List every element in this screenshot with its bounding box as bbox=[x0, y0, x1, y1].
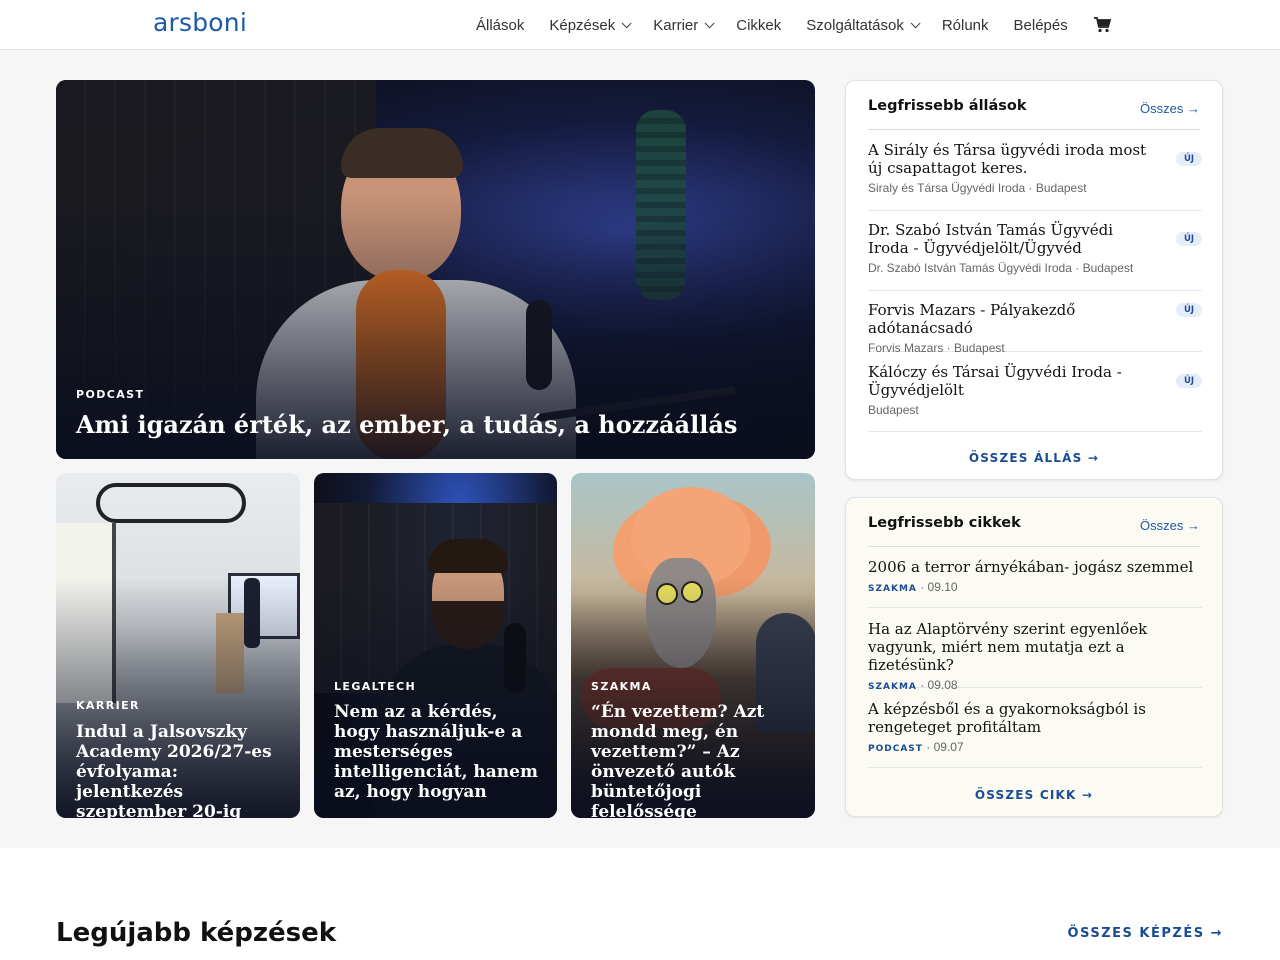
article-meta: SZAKMA · 09.10 bbox=[868, 580, 958, 594]
article-item[interactable]: 2006 a terror árnyékában- jogász szemmel… bbox=[868, 558, 1202, 608]
job-item[interactable]: A Sirály és Társa ügyvédi iroda most új … bbox=[868, 141, 1202, 211]
nav-item-cikkek[interactable]: Cikkek bbox=[736, 17, 781, 34]
job-meta: Forvis Mazars · Budapest bbox=[868, 341, 1005, 355]
panel-title: Legfrissebb cikkek bbox=[868, 515, 1021, 531]
nav-item-karrier[interactable]: Karrier bbox=[653, 16, 715, 34]
article-tag: SZAKMA bbox=[868, 584, 917, 594]
job-meta: Dr. Szabó István Tamás Ügyvédi Iroda · B… bbox=[868, 261, 1134, 275]
nav-item-label: Szolgáltatások bbox=[806, 16, 904, 34]
jobs-all-link[interactable]: Összes → bbox=[1140, 101, 1200, 116]
nav-item-allasok[interactable]: Állások bbox=[476, 17, 524, 34]
article-title: Ha az Alaptörvény szerint egyenlőek vagy… bbox=[868, 620, 1148, 674]
hero-image-hair bbox=[341, 128, 463, 178]
nav-item-label: Állások bbox=[476, 16, 525, 34]
articles-all-link[interactable]: Összes → bbox=[1140, 518, 1200, 533]
article-tag: SZAKMA bbox=[868, 682, 917, 692]
card-image-rail bbox=[96, 483, 246, 523]
article-category: KARRIER bbox=[76, 699, 140, 712]
featured-article-card[interactable]: SZAKMA “Én vezettem? Azt mondd meg, én v… bbox=[571, 473, 815, 818]
article-category: SZAKMA bbox=[591, 680, 652, 693]
job-location: Budapest bbox=[1082, 261, 1134, 275]
article-meta: SZAKMA · 09.08 bbox=[868, 678, 958, 692]
job-title: Dr. Szabó István Tamás Ügyvédi Iroda - Ü… bbox=[868, 221, 1113, 257]
job-company: Forvis Mazars bbox=[868, 341, 944, 355]
article-item[interactable]: A képzésből és a gyakornokságból is reng… bbox=[868, 700, 1202, 768]
latest-jobs-panel: Legfrissebb állások Összes → A Sirály és… bbox=[845, 80, 1223, 480]
article-category: LEGALTECH bbox=[334, 680, 417, 693]
new-badge: ÚJ bbox=[1176, 374, 1202, 388]
chevron-down-icon bbox=[704, 17, 715, 28]
chevron-down-icon bbox=[910, 17, 921, 28]
all-trainings-link[interactable]: ÖSSZES KÉPZÉS → bbox=[1068, 926, 1223, 941]
job-company: Siraly és Társa Ügyvédi Iroda bbox=[868, 181, 1026, 195]
chevron-down-icon bbox=[621, 17, 632, 28]
article-category: PODCAST bbox=[76, 388, 145, 401]
nav-item-label: Belépés bbox=[1013, 16, 1068, 34]
card-image-hair bbox=[428, 539, 508, 573]
new-badge: ÚJ bbox=[1176, 152, 1202, 166]
job-item[interactable]: Kálóczy és Társai Ügyvédi Iroda - Ügyvéd… bbox=[868, 363, 1202, 432]
nav-item-label: Cikkek bbox=[736, 16, 782, 34]
nav-item-label: Karrier bbox=[653, 16, 699, 34]
article-date: 09.10 bbox=[927, 580, 958, 594]
all-articles-button[interactable]: ÖSSZES CIKK → bbox=[846, 788, 1222, 802]
featured-article-card[interactable]: LEGALTECH Nem az a kérdés, hogy használj… bbox=[314, 473, 557, 818]
nav-item-kepzesek[interactable]: Képzések bbox=[549, 16, 632, 34]
job-location: Budapest bbox=[954, 341, 1005, 355]
article-date: 09.07 bbox=[933, 740, 964, 754]
trainings-section: Legújabb képzések ÖSSZES KÉPZÉS → bbox=[0, 848, 1280, 960]
job-item[interactable]: Forvis Mazars - Pályakezdő adótanácsadó … bbox=[868, 301, 1202, 355]
site-header: arsboni Állások Képzések Karrier Cikkek … bbox=[0, 0, 1280, 50]
site-logo[interactable]: arsboni bbox=[153, 8, 247, 37]
nav-item-belepes[interactable]: Belépés bbox=[1014, 17, 1068, 34]
job-meta: Siraly és Társa Ügyvédi Iroda · Budapest bbox=[868, 181, 1087, 195]
new-badge: ÚJ bbox=[1176, 232, 1202, 246]
featured-article-card[interactable]: KARRIER Indul a Jalsovszky Academy 2026/… bbox=[56, 473, 300, 818]
article-title: 2006 a terror árnyékában- jogász szemmel bbox=[868, 558, 1194, 576]
article-title: A képzésből és a gyakornokságból is reng… bbox=[868, 700, 1146, 736]
article-title: Indul a Jalsovszky Academy 2026/27-es év… bbox=[76, 722, 272, 818]
article-date: 09.08 bbox=[927, 678, 958, 692]
article-meta: PODCAST · 09.07 bbox=[868, 740, 964, 754]
job-item[interactable]: Dr. Szabó István Tamás Ügyvédi Iroda - Ü… bbox=[868, 221, 1202, 291]
section-title: Legújabb képzések bbox=[56, 918, 337, 948]
main-nav: Állások Képzések Karrier Cikkek Szolgált… bbox=[476, 0, 1111, 50]
nav-item-label: Rólunk bbox=[941, 16, 989, 34]
job-location: Budapest bbox=[1035, 181, 1087, 195]
job-title: Kálóczy és Társai Ügyvédi Iroda - Ügyvéd… bbox=[868, 363, 1122, 399]
nav-item-label: Képzések bbox=[549, 16, 616, 34]
article-item[interactable]: Ha az Alaptörvény szerint egyenlőek vagy… bbox=[868, 620, 1202, 692]
article-title: Ami igazán érték, az ember, a tudás, a h… bbox=[76, 410, 738, 439]
latest-articles-panel: Legfrissebb cikkek Összes → 2006 a terro… bbox=[845, 497, 1223, 817]
new-badge: ÚJ bbox=[1176, 303, 1202, 317]
job-title: A Sirály és Társa ügyvédi iroda most új … bbox=[868, 141, 1147, 177]
article-title: Nem az a kérdés, hogy használjuk-e a mes… bbox=[334, 702, 538, 802]
nav-item-szolgaltatasok[interactable]: Szolgáltatások bbox=[806, 16, 921, 34]
article-tag: PODCAST bbox=[868, 744, 923, 754]
divider bbox=[868, 546, 1200, 547]
divider bbox=[868, 129, 1200, 130]
job-location: Budapest bbox=[868, 403, 919, 417]
article-title: “Én vezettem? Azt mondd meg, én vezettem… bbox=[591, 702, 765, 818]
nav-item-rolunk[interactable]: Rólunk bbox=[942, 17, 989, 34]
shopping-cart-icon[interactable] bbox=[1093, 16, 1111, 34]
job-company: Dr. Szabó István Tamás Ügyvédi Iroda bbox=[868, 261, 1072, 275]
job-title: Forvis Mazars - Pályakezdő adótanácsadó bbox=[868, 301, 1076, 337]
all-jobs-button[interactable]: ÖSSZES ÁLLÁS → bbox=[846, 451, 1222, 465]
featured-article-main[interactable]: PODCAST Ami igazán érték, az ember, a tu… bbox=[56, 80, 815, 459]
panel-title: Legfrissebb állások bbox=[868, 98, 1027, 114]
